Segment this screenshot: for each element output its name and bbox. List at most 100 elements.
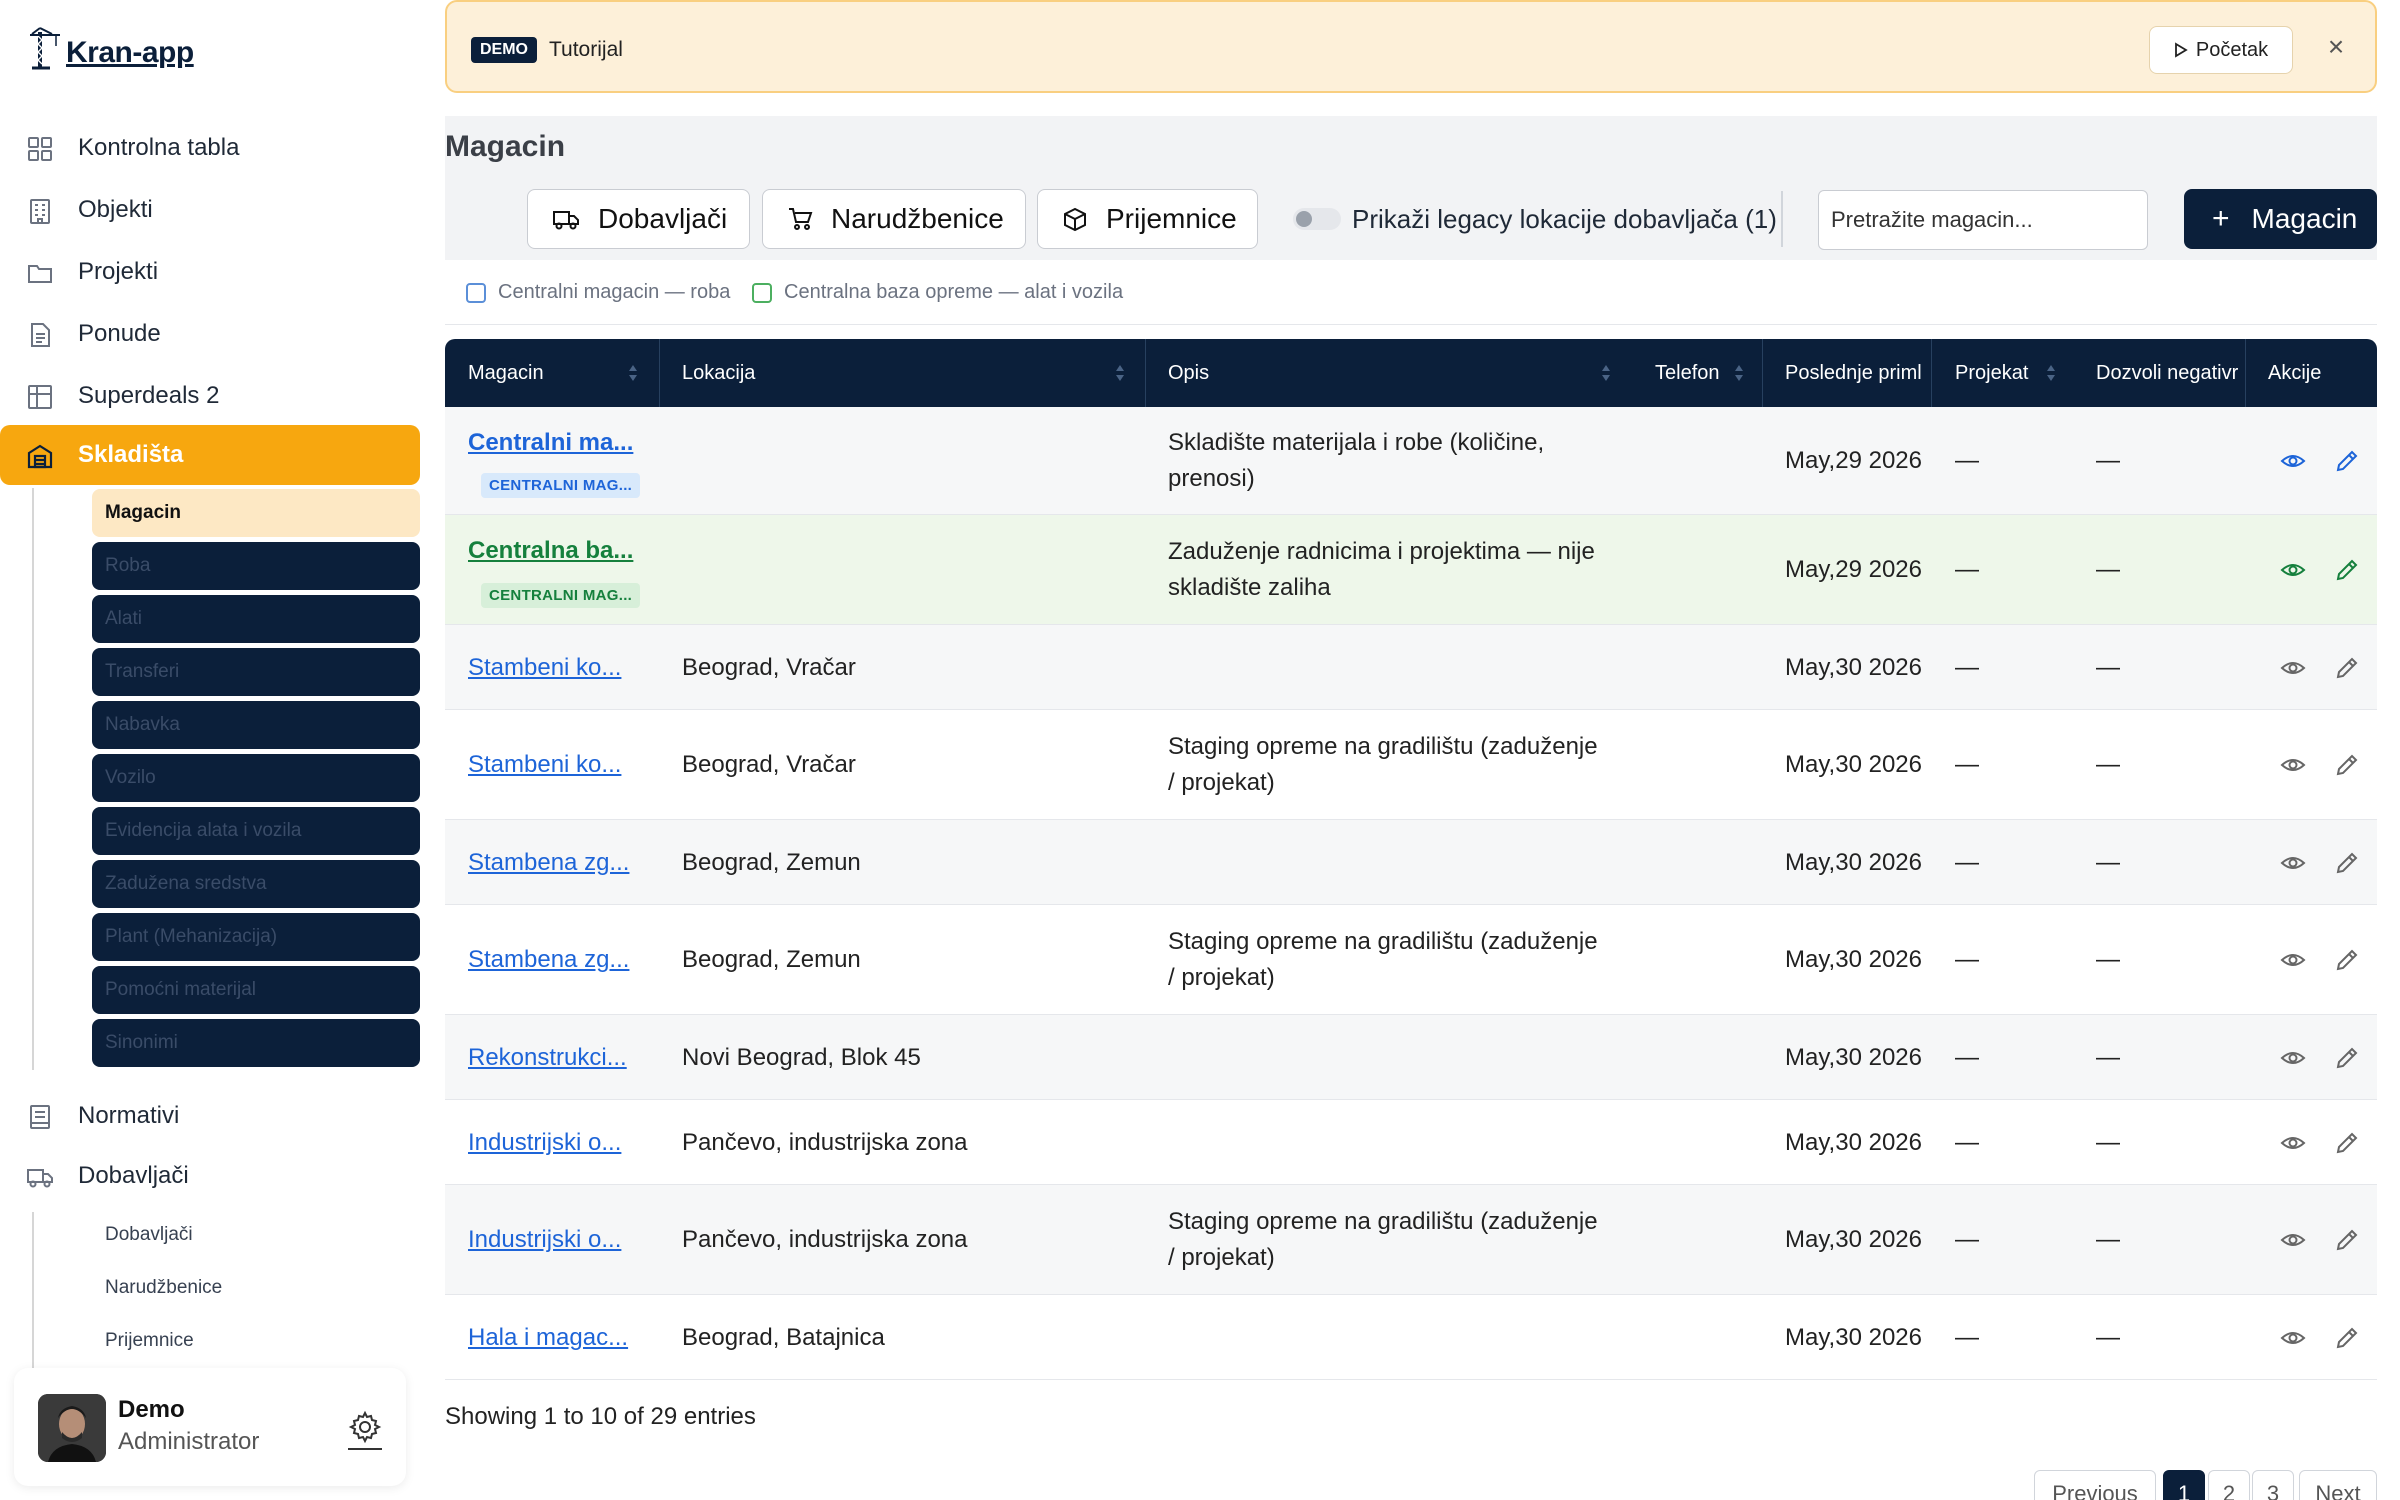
edit-icon[interactable] xyxy=(2333,1324,2361,1352)
warehouse-name-link[interactable]: Centralni ma... xyxy=(468,429,636,457)
submenu-item-prijemnice[interactable]: Prijemnice xyxy=(105,1330,194,1352)
last-receipt-cell: May,30 2026 xyxy=(1785,1226,1922,1253)
view-icon[interactable] xyxy=(2279,556,2307,584)
start-tutorial-button[interactable]: Početak xyxy=(2149,26,2293,74)
orders-button-label: Narudžbenice xyxy=(831,203,1004,234)
edit-icon[interactable] xyxy=(2333,1044,2361,1072)
sort-icon[interactable] xyxy=(627,363,639,383)
table-row[interactable]: Rekonstrukci... Novi Beograd, Blok 45 May,… xyxy=(445,1015,2377,1100)
close-icon[interactable]: × xyxy=(2321,32,2351,62)
checkbox[interactable] xyxy=(752,282,772,303)
submenu-item-magacin[interactable]: Magacin xyxy=(92,489,420,537)
gear-icon[interactable] xyxy=(348,1410,382,1444)
receipts-button[interactable]: Prijemnice xyxy=(1037,189,1258,249)
book-icon xyxy=(30,1105,50,1129)
sidebar-item-label: Superdeals 2 xyxy=(78,382,220,409)
edit-icon[interactable] xyxy=(2333,556,2361,584)
warehouse-name-link[interactable]: Industrijski o... xyxy=(468,1129,636,1157)
view-icon[interactable] xyxy=(2279,849,2307,877)
sort-icon[interactable] xyxy=(1733,363,1745,383)
table-row[interactable]: Stambena zg... Beograd, Zemun May,30 2026 —… xyxy=(445,820,2377,905)
sort-icon[interactable] xyxy=(2045,363,2057,383)
edit-icon[interactable] xyxy=(2333,751,2361,779)
table-row[interactable]: Stambeni ko... Beograd, Vračar May,30 2026… xyxy=(445,625,2377,710)
sidebar-item-objekti[interactable]: Objekti xyxy=(0,180,420,240)
sidebar-item-kontrolna-tabla[interactable]: Kontrolna tabla xyxy=(0,118,420,178)
checkbox[interactable] xyxy=(466,282,486,303)
edit-icon[interactable] xyxy=(2333,849,2361,877)
sidebar-item-ponude[interactable]: Ponude xyxy=(0,304,420,364)
add-warehouse-button[interactable]: + Magacin xyxy=(2184,189,2377,249)
location-cell: Novi Beograd, Blok 45 xyxy=(682,1043,921,1071)
column-header-magacin[interactable]: Magacin xyxy=(468,339,628,407)
pagination-next[interactable]: Next xyxy=(2299,1470,2377,1500)
table-row[interactable]: Centralni ma... CENTRALNI MAG... Skladište… xyxy=(445,407,2377,515)
suppliers-button[interactable]: Dobavljači xyxy=(527,189,750,249)
submenu-item-evidencija[interactable]: Evidencija alata i vozila xyxy=(92,807,420,855)
filter-central-goods[interactable]: Centralni magacin — roba xyxy=(466,281,730,304)
edit-icon[interactable] xyxy=(2333,447,2361,475)
view-icon[interactable] xyxy=(2279,1129,2307,1157)
table-row[interactable]: Hala i magac... Beograd, Batajnica May,30 … xyxy=(445,1295,2377,1380)
view-icon[interactable] xyxy=(2279,946,2307,974)
search-input[interactable] xyxy=(1818,190,2148,250)
column-header-poslednje-prijem[interactable]: Poslednje priml xyxy=(1785,339,1930,407)
sort-icon[interactable] xyxy=(1600,363,1612,383)
submenu-item-plant[interactable]: Plant (Mehanizacija) xyxy=(92,913,420,961)
warehouse-name-link[interactable]: Stambeni ko... xyxy=(468,654,636,682)
warehouse-name-link[interactable]: Hala i magac... xyxy=(468,1324,636,1352)
orders-button[interactable]: Narudžbenice xyxy=(762,189,1026,249)
filter-equipment-base[interactable]: Centralna baza opreme — alat i vozila xyxy=(752,281,1123,304)
edit-icon[interactable] xyxy=(2333,1226,2361,1254)
view-icon[interactable] xyxy=(2279,654,2307,682)
pagination-page-1[interactable]: 1 xyxy=(2163,1470,2205,1500)
view-icon[interactable] xyxy=(2279,1226,2307,1254)
warehouse-name-link[interactable]: Industrijski o... xyxy=(468,1226,636,1254)
pagination-page-3[interactable]: 3 xyxy=(2252,1470,2294,1500)
submenu-item-dobavljaci[interactable]: Dobavljači xyxy=(105,1224,193,1246)
sidebar-item-projekti[interactable]: Projekti xyxy=(0,242,420,302)
view-icon[interactable] xyxy=(2279,751,2307,779)
pagination-page-2[interactable]: 2 xyxy=(2208,1470,2250,1500)
table-row[interactable]: Centralna ba... CENTRALNI MAG... Zaduženje… xyxy=(445,515,2377,625)
pagination-previous[interactable]: Previous xyxy=(2034,1470,2156,1500)
warehouse-name-link[interactable]: Centralna ba... xyxy=(468,537,636,565)
column-header-telefon[interactable]: Telefon xyxy=(1655,339,1745,407)
submenu-item-nabavka[interactable]: Nabavka xyxy=(92,701,420,749)
sidebar-item-skladista[interactable]: Skladišta xyxy=(0,425,420,485)
submenu-item-sinonimi[interactable]: Sinonimi xyxy=(92,1019,420,1067)
edit-icon[interactable] xyxy=(2333,654,2361,682)
column-header-lokacija[interactable]: Lokacija xyxy=(682,339,982,407)
warehouse-name-link[interactable]: Stambena zg... xyxy=(468,946,636,974)
table-row[interactable]: Stambena zg... Beograd, Zemun Staging opre… xyxy=(445,905,2377,1015)
column-header-dozvoli-negativno[interactable]: Dozvoli negativr xyxy=(2096,339,2246,407)
sidebar-item-superdeals[interactable]: Superdeals 2 xyxy=(0,366,420,426)
view-icon[interactable] xyxy=(2279,1044,2307,1072)
edit-icon[interactable] xyxy=(2333,946,2361,974)
submenu-item-zaduzena-sredstva[interactable]: Zadužena sredstva xyxy=(92,860,420,908)
table-row[interactable]: Stambeni ko... Beograd, Vračar Staging opr… xyxy=(445,710,2377,820)
submenu-item-pomocni-materijal[interactable]: Pomoćni materijal xyxy=(92,966,420,1014)
submenu-item-alati[interactable]: Alati xyxy=(92,595,420,643)
warehouse-name-link[interactable]: Stambeni ko... xyxy=(468,751,636,779)
sort-icon[interactable] xyxy=(1114,363,1126,383)
column-header-projekat[interactable]: Projekat xyxy=(1955,339,2035,407)
submenu-item-transferi[interactable]: Transferi xyxy=(92,648,420,696)
app-logo[interactable]: Kran-app xyxy=(28,26,194,70)
warehouse-name-link[interactable]: Stambena zg... xyxy=(468,849,636,877)
legacy-locations-toggle[interactable] xyxy=(1293,208,1341,230)
edit-icon[interactable] xyxy=(2333,1129,2361,1157)
submenu-item-vozilo[interactable]: Vozilo xyxy=(92,754,420,802)
submenu-item-narudzbenice[interactable]: Narudžbenice xyxy=(105,1277,222,1299)
sidebar-item-dobavljaci[interactable]: Dobavljači xyxy=(0,1146,420,1206)
column-header-opis[interactable]: Opis xyxy=(1168,339,1468,407)
table-row[interactable]: Industrijski o... Pančevo, industrijska z… xyxy=(445,1100,2377,1185)
sidebar-item-normativi[interactable]: Normativi xyxy=(0,1086,420,1146)
view-icon[interactable] xyxy=(2279,1324,2307,1352)
warehouse-name-link[interactable]: Rekonstrukci... xyxy=(468,1044,636,1072)
avatar[interactable] xyxy=(38,1394,106,1462)
table-row[interactable]: Industrijski o... Pančevo, industrijska z… xyxy=(445,1185,2377,1295)
view-icon[interactable] xyxy=(2279,447,2307,475)
submenu-item-roba[interactable]: Roba xyxy=(92,542,420,590)
submenu-guide-line xyxy=(32,488,34,1070)
